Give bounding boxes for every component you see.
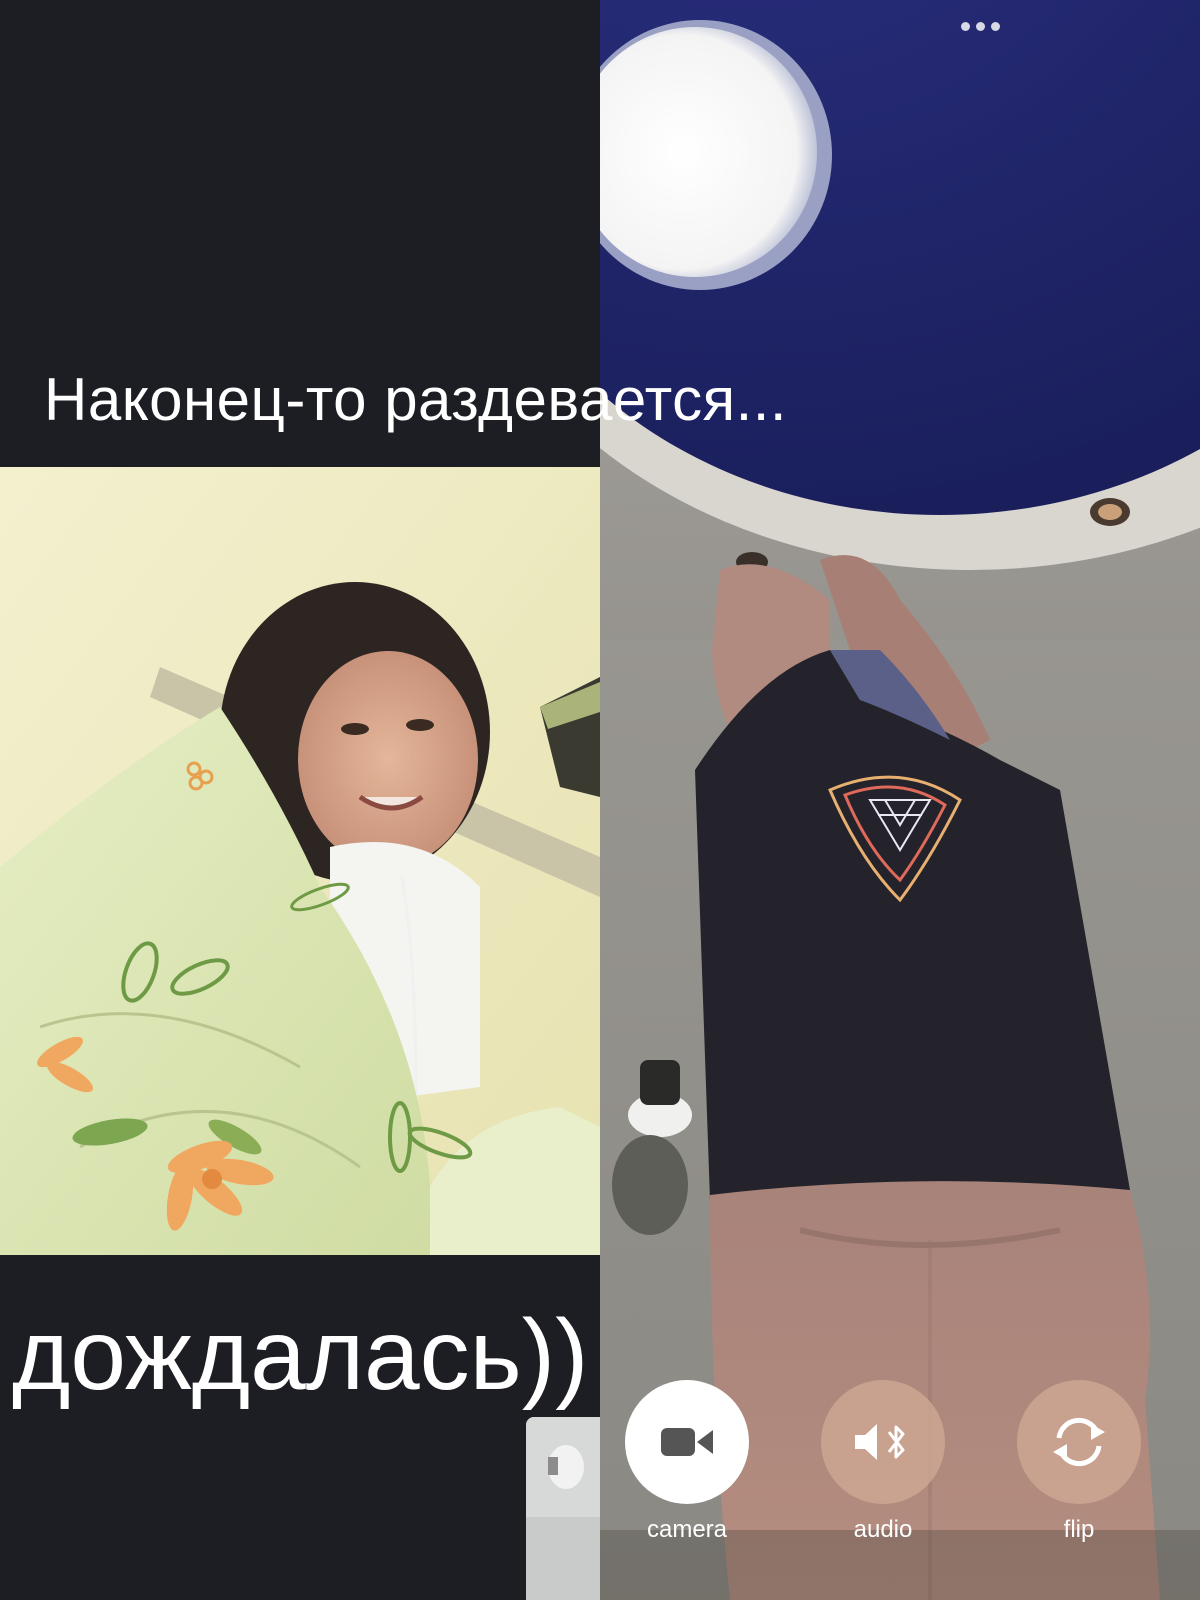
flip-camera-button[interactable]: flip — [1017, 1380, 1141, 1544]
more-options-button[interactable] — [952, 14, 1008, 38]
speaker-bluetooth-icon — [855, 1424, 905, 1460]
meme-caption-top: Наконец-то раздевается... — [44, 366, 788, 433]
local-video-frame — [600, 0, 1200, 1600]
meme-screenshot: camera audio flip Наконец-то раздевается… — [0, 0, 1200, 1600]
remote-participant-video — [0, 467, 600, 1255]
camera-toggle-button[interactable]: camera — [625, 1380, 749, 1544]
meme-caption-bottom: дождалась)) — [12, 1299, 589, 1411]
video-camera-icon — [661, 1428, 713, 1456]
more-dots-icon — [975, 21, 985, 31]
audio-label: audio — [853, 1516, 913, 1543]
camera-label: camera — [646, 1516, 728, 1543]
camera-button-circle[interactable] — [625, 1380, 749, 1504]
remote-video-frame — [0, 467, 600, 1255]
audio-button-circle[interactable] — [821, 1380, 945, 1504]
flip-button-circle[interactable] — [1017, 1380, 1141, 1504]
audio-toggle-button[interactable]: audio — [821, 1380, 945, 1544]
flip-camera-icon — [1053, 1417, 1105, 1467]
more-dots-icon — [960, 21, 970, 31]
local-camera-view — [600, 0, 1200, 1600]
self-view-thumbnail[interactable] — [526, 1417, 600, 1600]
flip-label: flip — [1063, 1516, 1095, 1543]
more-dots-icon — [990, 21, 1000, 31]
self-view-frame — [526, 1417, 600, 1600]
